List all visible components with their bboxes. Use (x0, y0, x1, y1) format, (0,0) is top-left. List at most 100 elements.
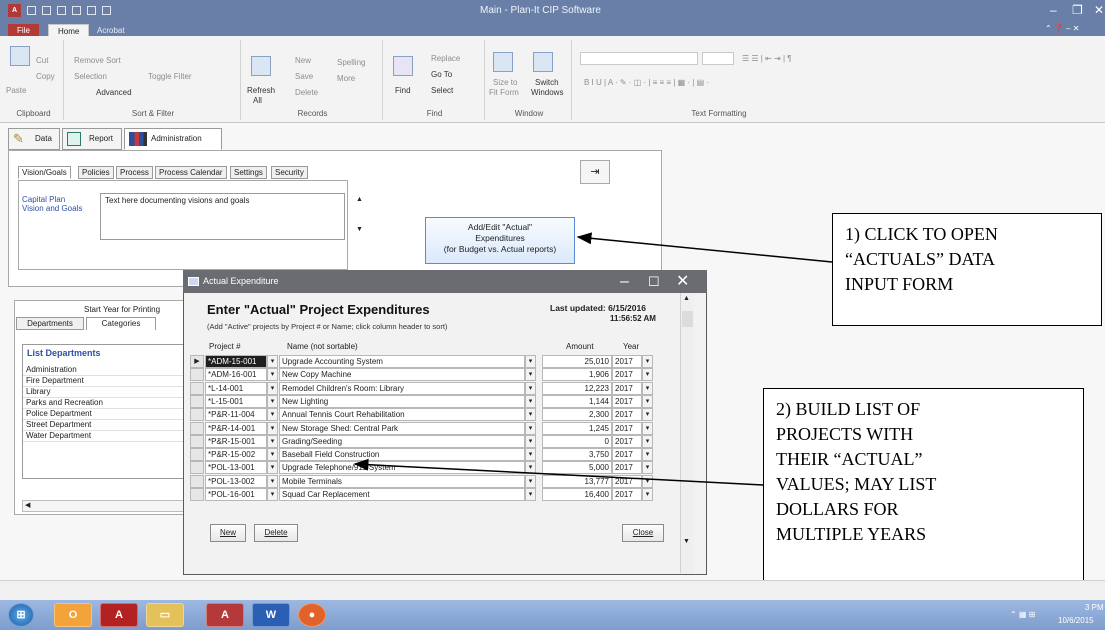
amount-cell[interactable]: 25,010 (542, 355, 612, 368)
list-item[interactable]: Water Department (23, 431, 191, 442)
remove-sort-button[interactable]: Remove Sort (74, 56, 121, 65)
row-selector[interactable] (190, 434, 204, 448)
amount-cell[interactable]: 0 (542, 434, 612, 448)
amount-cell[interactable]: 16,400 (542, 488, 612, 501)
subtab-settings[interactable]: Settings (230, 166, 267, 179)
clock-date[interactable]: 10/6/2015 (1058, 616, 1094, 625)
name-dropdown-icon[interactable]: ▾ (525, 408, 536, 422)
amount-cell[interactable]: 1,144 (542, 394, 612, 408)
project-cell[interactable]: *POL-13-002 (205, 474, 267, 488)
toggle-filter-button[interactable]: Toggle Filter (148, 72, 192, 81)
windows-label[interactable]: Windows (531, 88, 563, 97)
tab-departments[interactable]: Departments (16, 317, 84, 330)
word-icon[interactable]: W (252, 603, 290, 627)
table-row[interactable]: *P&R-15-002 ▾ Baseball Field Construction ▾… (190, 448, 675, 462)
project-dropdown-icon[interactable]: ▾ (267, 394, 278, 408)
save-icon[interactable] (27, 6, 36, 15)
form-icon[interactable] (72, 6, 81, 15)
subtab-policies[interactable]: Policies (78, 166, 114, 179)
binoculars-icon[interactable] (393, 56, 413, 76)
scroll-thumb[interactable] (682, 311, 693, 327)
table-row[interactable]: *L-14-001 ▾ Remodel Children's Room: Libra… (190, 381, 675, 395)
copy-button[interactable]: Copy (36, 72, 55, 81)
project-dropdown-icon[interactable]: ▾ (267, 381, 278, 395)
year-dropdown-icon[interactable]: ▾ (642, 421, 653, 435)
name-cell[interactable]: Squad Car Replacement (279, 488, 525, 501)
year-dropdown-icon[interactable]: ▾ (642, 461, 653, 475)
row-selector[interactable] (190, 368, 204, 382)
print-icon[interactable] (87, 6, 96, 15)
spelling-button[interactable]: Spelling (337, 58, 365, 67)
name-dropdown-icon[interactable]: ▾ (525, 421, 536, 435)
fit-form-label[interactable]: Fit Form (489, 88, 519, 97)
customize-icon[interactable] (102, 6, 111, 15)
access-app-icon[interactable]: A (8, 4, 21, 17)
table-row[interactable]: *POL-13-002 ▾ Mobile Terminals ▾ 13,777 2017 ▾ (190, 474, 675, 488)
scroll-up-icon[interactable]: ▲ (683, 295, 690, 302)
year-dropdown-icon[interactable]: ▾ (642, 368, 653, 382)
table-row[interactable]: *ADM-16-001 ▾ New Copy Machine ▾ 1,906 2017 ▾ (190, 368, 675, 382)
year-cell[interactable]: 2017 (612, 434, 642, 448)
year-cell[interactable]: 2017 (612, 368, 642, 382)
delete-button[interactable]: Delete (254, 524, 298, 542)
column-amount[interactable]: Amount (566, 342, 594, 351)
year-cell[interactable]: 2017 (612, 474, 642, 488)
restore-icon[interactable]: ❐ (1072, 3, 1083, 17)
row-selector[interactable] (190, 461, 204, 475)
name-dropdown-icon[interactable]: ▾ (525, 355, 536, 368)
firefox-icon[interactable]: ● (298, 603, 326, 627)
ribbon-help-icons[interactable]: ⌃ ❓ – ✕ (1045, 24, 1079, 33)
row-selector[interactable] (190, 488, 204, 501)
amount-cell[interactable]: 1,906 (542, 368, 612, 382)
project-dropdown-icon[interactable]: ▾ (267, 488, 278, 501)
project-cell[interactable]: *POL-13-001 (205, 461, 267, 475)
project-dropdown-icon[interactable]: ▾ (267, 355, 278, 368)
name-dropdown-icon[interactable]: ▾ (525, 488, 536, 501)
project-cell[interactable]: *ADM-16-001 (205, 368, 267, 382)
vertical-scrollbar[interactable]: ▲ ▼ (680, 293, 694, 573)
name-cell[interactable]: Grading/Seeding (279, 434, 525, 448)
font-size-combo[interactable] (702, 52, 734, 65)
column-project[interactable]: Project # (209, 342, 241, 351)
switch-label[interactable]: Switch (535, 78, 559, 87)
name-dropdown-icon[interactable]: ▾ (525, 474, 536, 488)
acrobat-icon[interactable]: A (100, 603, 138, 627)
access-icon[interactable]: A (206, 603, 244, 627)
year-cell[interactable]: 2017 (612, 488, 642, 501)
project-cell[interactable]: *POL-16-001 (205, 488, 267, 501)
clock-time[interactable]: 3 PM (1085, 603, 1104, 612)
delete-record-button[interactable]: Delete (295, 88, 318, 97)
name-dropdown-icon[interactable]: ▾ (525, 394, 536, 408)
year-dropdown-icon[interactable]: ▾ (642, 474, 653, 488)
advanced-button[interactable]: Advanced (96, 88, 132, 97)
explorer-icon[interactable]: ▭ (146, 603, 184, 627)
find-button[interactable]: Find (395, 86, 411, 95)
amount-cell[interactable]: 12,223 (542, 381, 612, 395)
tab-data[interactable]: ✎ Data (8, 128, 60, 150)
year-cell[interactable]: 2017 (612, 421, 642, 435)
selection-button[interactable]: Selection (74, 72, 107, 81)
dialog-minimize-icon[interactable]: – (620, 270, 629, 293)
project-cell[interactable]: *P&R-15-002 (205, 448, 267, 462)
dialog-close-icon[interactable]: ✕ (676, 270, 689, 293)
name-cell[interactable]: New Storage Shed: Central Park (279, 421, 525, 435)
row-selector[interactable] (190, 421, 204, 435)
name-dropdown-icon[interactable]: ▾ (525, 448, 536, 462)
year-cell[interactable]: 2017 (612, 381, 642, 395)
name-cell[interactable]: New Copy Machine (279, 368, 525, 382)
table-row[interactable]: *POL-16-001 ▾ Squad Car Replacement ▾ 16,400… (190, 488, 675, 501)
table-row[interactable]: *P&R-11-004 ▾ Annual Tennis Court Rehabili… (190, 408, 675, 422)
year-cell[interactable]: 2017 (612, 448, 642, 462)
new-button[interactable]: New (210, 524, 246, 542)
year-dropdown-icon[interactable]: ▾ (642, 408, 653, 422)
textarea-scroll-down-icon[interactable]: ▼ (356, 226, 363, 233)
subtab-security[interactable]: Security (271, 166, 308, 179)
subtab-process[interactable]: Process (116, 166, 153, 179)
vision-goals-textarea[interactable]: Text here documenting visions and goals (100, 193, 345, 240)
tab-administration[interactable]: Administration (124, 128, 222, 150)
amount-cell[interactable]: 5,000 (542, 461, 612, 475)
project-cell[interactable]: *P&R-15-001 (205, 434, 267, 448)
list-item[interactable]: Administration (23, 365, 191, 376)
replace-button[interactable]: Replace (431, 54, 460, 63)
project-cell[interactable]: *ADM-15-001 (205, 355, 267, 368)
